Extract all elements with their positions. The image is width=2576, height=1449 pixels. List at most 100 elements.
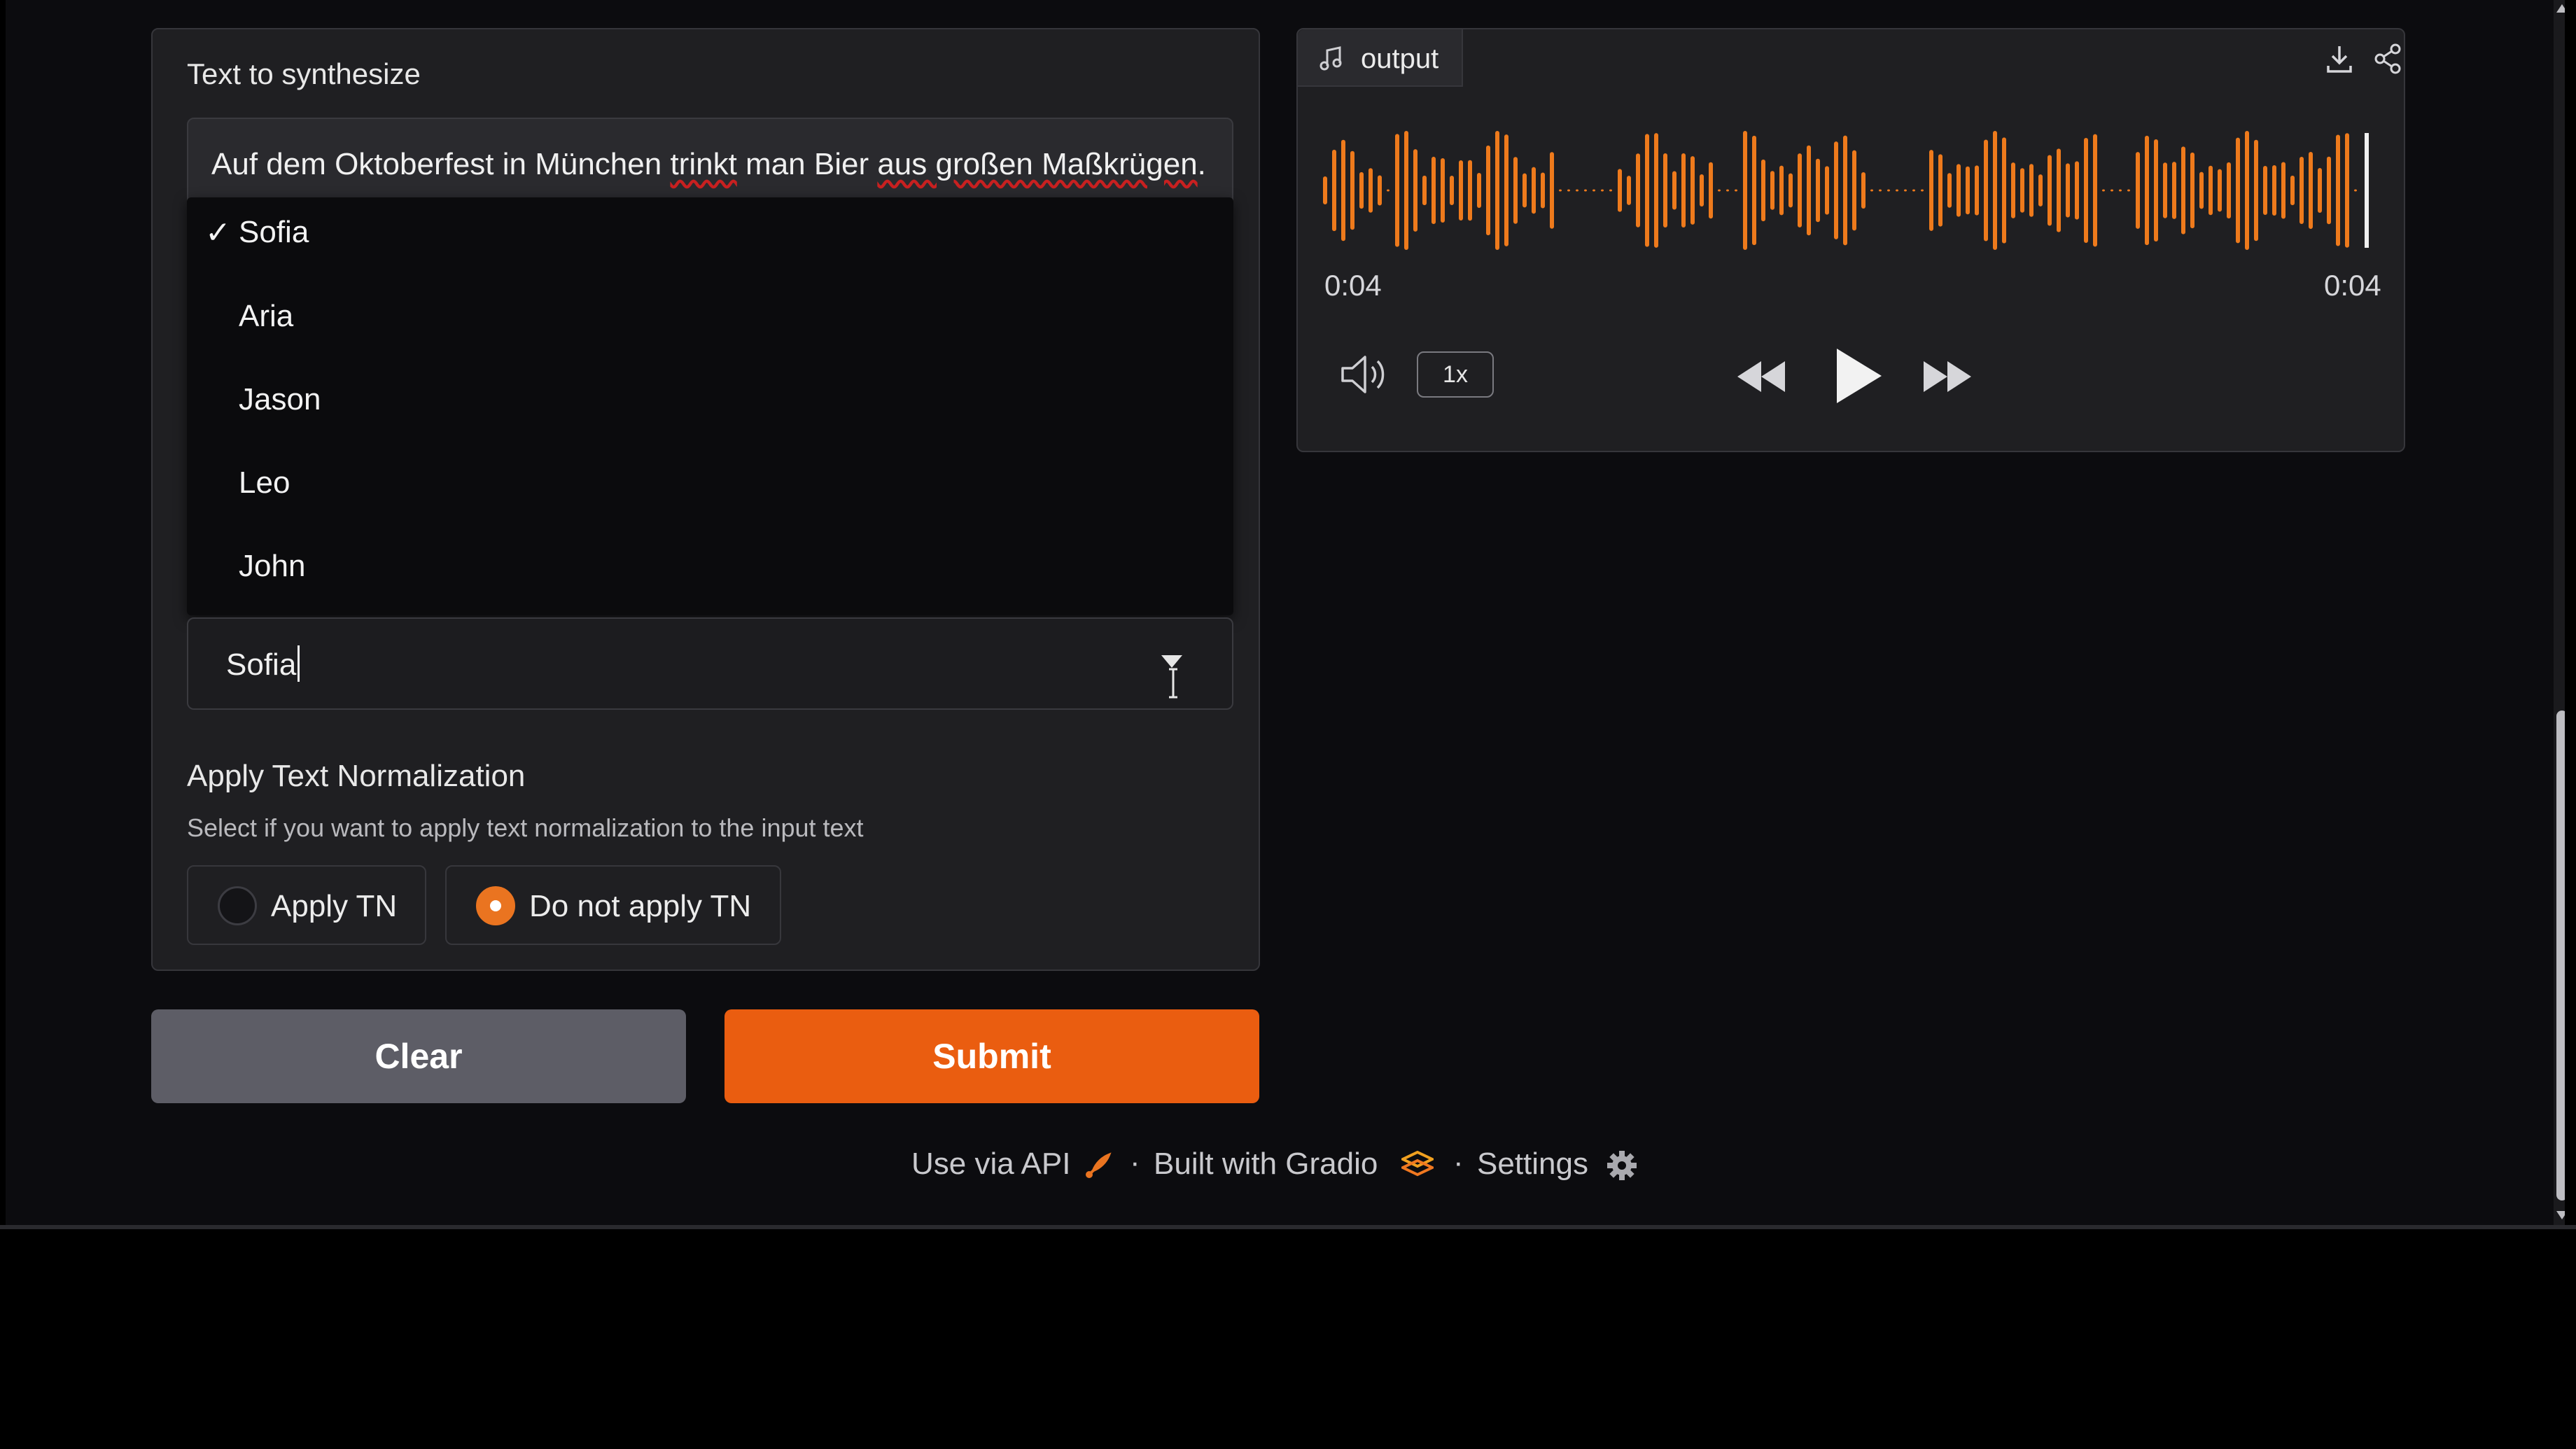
footer-separator: · — [1453, 1145, 1464, 1180]
voice-option-sofia[interactable]: ✓ Sofia — [205, 215, 309, 250]
waveform-bar — [1584, 189, 1587, 192]
share-icon[interactable] — [2369, 39, 2408, 78]
use-via-api-link[interactable]: Use via API — [911, 1147, 1070, 1182]
waveform-bar — [1459, 160, 1463, 221]
waveform-bar — [1332, 149, 1336, 232]
waveform-bar — [2199, 172, 2204, 209]
output-panel: output 0:04 0:04 1x — [1296, 28, 2405, 452]
play-icon[interactable] — [1831, 346, 1884, 406]
waveform-bar — [2236, 137, 2240, 244]
waveform-bar — [2066, 163, 2070, 218]
voice-select-value: Sofia — [226, 645, 300, 682]
waveform-bar — [1350, 150, 1354, 230]
waveform-bar — [1404, 131, 1408, 250]
voice-option-aria[interactable]: Aria — [239, 299, 293, 334]
waveform-bar — [2354, 189, 2357, 192]
waveform-bar — [1323, 176, 1327, 204]
output-tab: output — [1298, 29, 1463, 87]
waveform-bar — [1904, 189, 1907, 192]
selected-check-icon: ✓ — [205, 216, 231, 250]
waveform-bar — [2119, 189, 2122, 192]
waveform-bar — [1700, 174, 1704, 206]
window-bottom-edge — [0, 1225, 2576, 1229]
waveform-bar — [2290, 175, 2295, 206]
radio-circle[interactable] — [218, 886, 257, 925]
waveform-bar — [1672, 171, 1676, 210]
waveform-bar — [1735, 189, 1737, 192]
playhead[interactable] — [2365, 133, 2369, 248]
waveform-bar — [1413, 149, 1418, 232]
voice-option-john[interactable]: John — [239, 549, 305, 584]
radio-do-not-apply-tn[interactable]: Do not apply TN — [445, 865, 781, 945]
submit-button[interactable]: Submit — [724, 1009, 1259, 1103]
waveform-bar — [1975, 165, 1979, 216]
spellcheck-word: trinkt — [670, 147, 737, 181]
waveform-bar — [2154, 139, 2158, 242]
waveform-bar — [1807, 145, 1811, 236]
waveform-bar — [1422, 175, 1427, 206]
music-note-icon — [1320, 46, 1342, 71]
current-time: 0:04 — [1324, 269, 1382, 302]
voice-option-leo[interactable]: Leo — [239, 465, 290, 500]
volume-icon[interactable] — [1338, 350, 1392, 399]
output-tab-label: output — [1361, 43, 1439, 74]
waveform-bar — [2172, 162, 2176, 219]
text-input-value[interactable]: Auf dem Oktoberfest in München trinkt ma… — [211, 147, 1206, 182]
waveform-bar — [1929, 150, 1933, 231]
scrollbar-thumb[interactable] — [2556, 710, 2565, 1200]
waveform-bar — [2075, 161, 2079, 220]
waveform-bar — [1752, 135, 1756, 246]
voice-option-jason[interactable]: Jason — [239, 382, 321, 417]
waveform-bar — [2127, 189, 2130, 192]
waveform-bar — [1798, 153, 1802, 227]
input-panel: Text to synthesize Auf dem Oktoberfest i… — [151, 28, 1260, 971]
waveform-bar — [1879, 189, 1882, 192]
waveform-bar — [1825, 166, 1829, 215]
total-time: 0:04 — [2324, 269, 2381, 302]
dropdown-arrow-icon[interactable] — [1161, 655, 1182, 669]
gradio-logo-icon — [1401, 1151, 1434, 1177]
waveform-bar — [1788, 173, 1793, 208]
audio-waveform[interactable] — [1323, 113, 2387, 267]
fast-forward-icon[interactable] — [1919, 357, 1975, 396]
radio-apply-tn[interactable]: Apply TN — [187, 865, 426, 945]
waveform-bar — [1618, 169, 1622, 212]
download-icon[interactable] — [2320, 39, 2359, 78]
clear-button[interactable]: Clear — [151, 1009, 686, 1103]
waveform-bar — [1690, 156, 1695, 225]
tn-title: Apply Text Normalization — [187, 759, 526, 793]
waveform-bar — [1387, 189, 1390, 192]
waveform-bar — [2084, 137, 2088, 244]
waveform-bar — [1450, 175, 1454, 206]
playback-speed-button[interactable]: 1x — [1417, 351, 1494, 398]
waveform-bar — [1609, 189, 1612, 192]
footer: Use via API · Built with Gradio · Settin… — [6, 1141, 2565, 1190]
waveform-bar — [1843, 135, 1847, 246]
waveform-bar — [1592, 189, 1595, 192]
settings-link[interactable]: Settings — [1477, 1147, 1588, 1182]
radio-circle-checked[interactable] — [476, 886, 515, 925]
spellcheck-phrase: aus großen Maßkrügen — [877, 147, 1198, 181]
waveform-bar — [1477, 173, 1481, 208]
built-with-gradio-link[interactable]: Built with Gradio — [1154, 1147, 1378, 1182]
waveform-bar — [1654, 133, 1658, 248]
waveform-bar — [2300, 157, 2304, 224]
waveform-bar — [1779, 165, 1784, 216]
gear-icon[interactable] — [1606, 1149, 1638, 1182]
waveform-bar — [1663, 153, 1667, 227]
voice-select-input[interactable]: Sofia — [187, 617, 1233, 710]
waveform-bar — [2020, 168, 2024, 213]
waveform-bar — [1486, 145, 1490, 236]
waveform-bar — [1743, 131, 1747, 250]
waveform-bar — [1468, 160, 1472, 221]
scroll-down-arrow-icon[interactable] — [2555, 1210, 2565, 1221]
vertical-scrollbar[interactable] — [2554, 0, 2565, 1228]
waveform-bar — [2345, 133, 2349, 248]
waveform-bar — [2327, 156, 2331, 225]
waveform-bar — [1359, 172, 1364, 209]
waveform-bar — [1601, 189, 1604, 192]
waveform-bar — [1966, 166, 1970, 215]
scroll-up-arrow-icon[interactable] — [2555, 3, 2565, 14]
waveform-bar — [1495, 131, 1499, 250]
rewind-icon[interactable] — [1733, 357, 1789, 396]
